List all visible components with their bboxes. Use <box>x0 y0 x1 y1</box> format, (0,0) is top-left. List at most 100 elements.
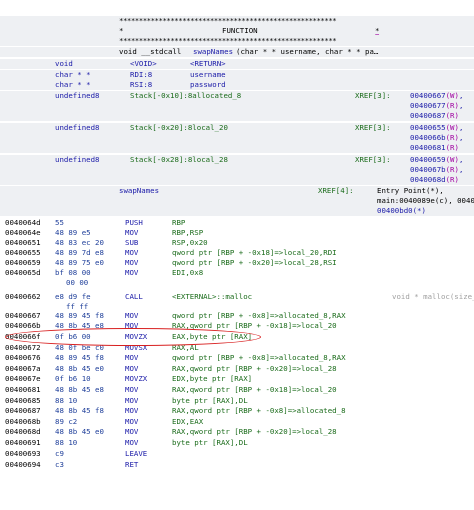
xref-entry[interactable]: 00400667(W), <box>410 91 463 101</box>
instruction-address: 0040067a <box>5 364 41 373</box>
xref-cont-row: 0040068d(R) <box>0 175 474 185</box>
instruction-row[interactable]: 00400655 48 89 7d e8 MOV qword ptr [RBP … <box>0 248 474 258</box>
instruction-row[interactable]: 00400681 48 8b 45 e8 MOV RAX,qword ptr [… <box>0 385 474 395</box>
instruction-bytes: 48 89 45 f8 <box>55 311 104 320</box>
instruction-operands: RAX,qword ptr [RBP + -0x18]=>local_20 <box>172 321 337 330</box>
instruction-operands: byte ptr [RAX],DL <box>172 438 248 447</box>
instruction-row[interactable]: 00400693 c9 LEAVE <box>0 449 474 459</box>
instruction-address: 00400681 <box>5 385 41 394</box>
instruction-row[interactable]: 0040066b 48 8b 45 e8 MOV RAX,qword ptr [… <box>0 321 474 331</box>
collapse-icon[interactable]: − <box>375 30 379 40</box>
signature-row: void __stdcall swapNames (char * * usern… <box>0 47 474 57</box>
instruction-row[interactable]: 00400672 48 0f be c0 MOVSX RAX,AL <box>0 343 474 353</box>
instruction-operands: EDX,byte ptr [RAX] <box>172 374 253 383</box>
instruction-mnemonic: MOVSX <box>125 343 148 352</box>
instruction-mnemonic: CALL <box>125 292 143 301</box>
local-var-row[interactable]: undefined8 Stack[-0x28]:8local_28 XREF[3… <box>0 155 474 165</box>
instruction-operands: RAX,qword ptr [RBP + -0x8]=>allocated_8 <box>172 406 346 415</box>
xref-entry[interactable]: 00400681(R) <box>410 143 459 153</box>
instruction-operands: EDX,EAX <box>172 417 204 426</box>
instruction-bytes: 48 83 ec 20 <box>55 238 104 247</box>
instruction-bytes: 00 00 <box>66 278 89 287</box>
xref-entry[interactable]: 0040068d(R) <box>410 175 459 185</box>
instruction-operands: RAX,AL <box>172 343 199 352</box>
instruction-bytes: 0f b6 00 <box>55 332 91 341</box>
instruction-row[interactable]: 00400691 88 10 MOV byte ptr [RAX],DL <box>0 438 474 448</box>
instruction-row[interactable]: 0040065d bf 08 00 MOV EDI,0x8 <box>0 268 474 278</box>
instruction-operands: RSP,0x20 <box>172 238 208 247</box>
instruction-row[interactable]: 0040064d 55 PUSH RBP <box>0 218 474 228</box>
instruction-mnemonic: MOV <box>125 228 139 237</box>
listing-view: ****************************************… <box>0 0 474 477</box>
instruction-row[interactable]: 0040068b 89 c2 MOV EDX,EAX <box>0 417 474 427</box>
label-xref-entry[interactable]: 00400bd0(*) <box>377 206 426 216</box>
instruction-address: 00400694 <box>5 460 41 469</box>
instruction-row[interactable]: 00400659 48 89 75 e0 MOV qword ptr [RBP … <box>0 258 474 268</box>
instruction-operands: RBP,RSP <box>172 228 204 237</box>
instruction-row[interactable]: 0040067a 48 8b 45 e0 MOV RAX,qword ptr [… <box>0 364 474 374</box>
instruction-operands: byte ptr [RAX],DL <box>172 396 248 405</box>
instruction-address: 0040065d <box>5 268 41 277</box>
param-row[interactable]: void <VOID> <RETURN> <box>0 59 474 69</box>
function-label-row[interactable]: swapNames XREF[4]: Entry Point(*), <box>0 186 474 196</box>
function-label[interactable]: swapNames <box>119 186 159 196</box>
label-xref-cont-row: main:0040089e(c), 00408 <box>0 196 474 206</box>
local-var-row[interactable]: undefined8 Stack[-0x10]:8allocated_8 XRE… <box>0 91 474 101</box>
param-name: username <box>190 70 226 79</box>
instruction-address: 00400672 <box>5 343 41 352</box>
instruction-row[interactable]: 00400685 88 10 MOV byte ptr [RAX],DL <box>0 396 474 406</box>
instruction-bytes: 48 89 7d e8 <box>55 248 104 257</box>
instruction-address: 00400659 <box>5 258 41 267</box>
xref-entry[interactable]: 0040067b(R), <box>410 165 463 175</box>
instruction-row[interactable]: 00400667 48 89 45 f8 MOV qword ptr [RBP … <box>0 311 474 321</box>
instruction-row[interactable]: 0040064e 48 89 e5 MOV RBP,RSP <box>0 228 474 238</box>
param-storage: RSI:8 <box>130 80 153 89</box>
param-row[interactable]: char * * RSI:8 password <box>0 80 474 90</box>
xref-entry[interactable]: 00400677(R), <box>410 101 463 111</box>
instruction-row[interactable]: 0040068d 48 8b 45 e0 MOV RAX,qword ptr [… <box>0 427 474 437</box>
instruction-mnemonic: MOV <box>125 385 139 394</box>
instruction-mnemonic: MOV <box>125 248 139 257</box>
instruction-address: 00400667 <box>5 311 41 320</box>
label-xref-cont-row: 00400bd0(*) <box>0 206 474 216</box>
xref-cont-row: 0040066b(R), <box>0 133 474 143</box>
instruction-bytes: 48 8b 45 e8 <box>55 321 104 330</box>
instruction-operands: qword ptr [RBP + -0x18]=>local_20,RDI <box>172 248 337 257</box>
local-var-row[interactable]: undefined8 Stack[-0x20]:8local_20 XREF[3… <box>0 123 474 133</box>
instruction-address: 00400687 <box>5 406 41 415</box>
instruction-bytes: 48 0f be c0 <box>55 343 104 352</box>
instruction-mnemonic: MOV <box>125 438 139 447</box>
label-xref-entry[interactable]: Entry Point(*), <box>377 186 444 196</box>
label-xref-entry[interactable]: main:0040089e(c), 00408 <box>377 196 474 206</box>
instruction-bytes: c9 <box>55 449 64 458</box>
instruction-mnemonic: MOVZX <box>125 332 148 341</box>
instruction-bytes: 48 89 e5 <box>55 228 91 237</box>
instruction-bytes: 48 8b 45 e0 <box>55 427 104 436</box>
instruction-row-highlighted[interactable]: 0040066f 0f b6 00 MOVZX EAX,byte ptr [RA… <box>0 332 474 342</box>
xref-cont-row: 00400681(R) <box>0 143 474 153</box>
instruction-row[interactable]: 00 00 <box>0 278 474 288</box>
xref-entry[interactable]: 00400659(W), <box>410 155 463 165</box>
signature-suffix: (char * * username, char * * pa… <box>236 47 379 56</box>
instruction-row[interactable]: 00400651 48 83 ec 20 SUB RSP,0x20 <box>0 238 474 248</box>
instruction-operands: <EXTERNAL>::malloc <box>172 292 253 301</box>
instruction-bytes: c3 <box>55 460 64 469</box>
instruction-row[interactable]: 0040067e 0f b6 10 MOVZX EDX,byte ptr [RA… <box>0 374 474 384</box>
instruction-row[interactable]: 00400662 e8 d9 fe CALL <EXTERNAL>::mallo… <box>0 292 474 302</box>
instruction-operands: qword ptr [RBP + -0x8]=>allocated_8,RAX <box>172 353 346 362</box>
instruction-address: 0040067e <box>5 374 41 383</box>
param-row[interactable]: char * * RDI:8 username <box>0 70 474 80</box>
instruction-address: 00400676 <box>5 353 41 362</box>
instruction-bytes: 48 8b 45 f8 <box>55 406 104 415</box>
signature-name[interactable]: swapNames <box>193 47 233 57</box>
instruction-bytes: e8 d9 fe <box>55 292 91 301</box>
instruction-row[interactable]: 00400676 48 89 45 f8 MOV qword ptr [RBP … <box>0 353 474 363</box>
instruction-address: 00400693 <box>5 449 41 458</box>
xref-entry[interactable]: 00400687(R) <box>410 111 459 121</box>
instruction-address: 00400662 <box>5 292 41 301</box>
instruction-row[interactable]: 00400694 c3 RET <box>0 460 474 470</box>
header-stars-row: ****************************************… <box>0 16 474 26</box>
instruction-row[interactable]: 00400687 48 8b 45 f8 MOV RAX,qword ptr [… <box>0 406 474 416</box>
xref-entry[interactable]: 00400655(W), <box>410 123 463 133</box>
xref-entry[interactable]: 0040066b(R), <box>410 133 463 143</box>
